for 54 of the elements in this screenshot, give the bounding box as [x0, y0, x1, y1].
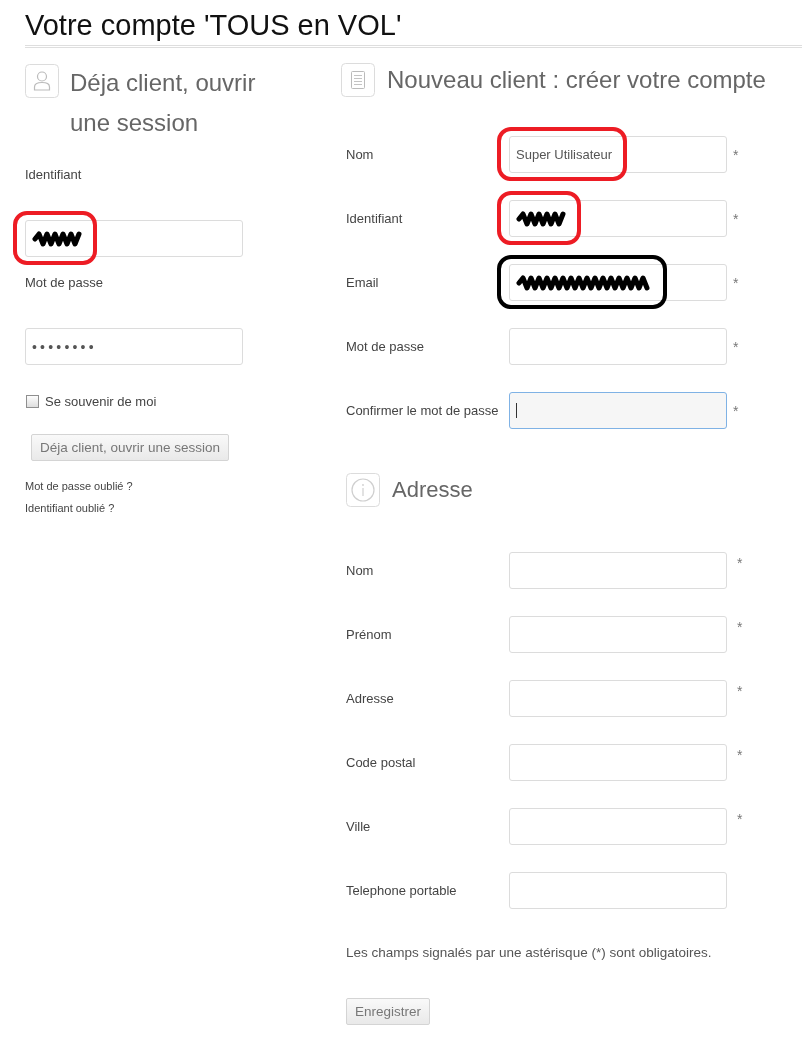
input-field[interactable]: Super Utilisateur [509, 136, 727, 173]
help-link[interactable]: Identifiant oublié ? [25, 497, 115, 519]
required-asterisk: * [737, 620, 743, 634]
field-label: Mot de passe [346, 337, 426, 356]
text-cursor-icon [516, 403, 517, 418]
required-asterisk: * [733, 339, 739, 354]
checkbox[interactable] [26, 394, 39, 408]
input-field[interactable] [25, 220, 243, 257]
input-field[interactable]: •••••••• [25, 328, 243, 365]
section-heading: Nouveau client : créer votre compte [387, 65, 766, 95]
scribble-icon [32, 230, 82, 247]
field-label: Nom [346, 145, 375, 164]
required-asterisk: * [733, 403, 739, 418]
required-asterisk: * [737, 556, 743, 570]
input-field[interactable] [509, 744, 727, 781]
user-icon [25, 64, 59, 98]
input-field[interactable] [509, 200, 727, 237]
input-field[interactable] [509, 680, 727, 717]
field-label: Code postal [346, 753, 417, 772]
section-heading: Déja client, ouvrir une session [70, 68, 257, 138]
field-label: Confirmer le mot de passe [346, 401, 500, 420]
help-link[interactable]: Mot de passe oublié ? [25, 475, 133, 497]
scribble-icon [516, 210, 566, 227]
field-label: Identifiant [25, 166, 82, 184]
document-icon [341, 63, 375, 97]
login-button[interactable]: Déja client, ouvrir une session [31, 434, 229, 461]
field-label: Identifiant [346, 209, 404, 228]
field-label: Email [346, 273, 380, 292]
section-heading: Adresse [392, 476, 473, 504]
input-field[interactable] [509, 616, 727, 653]
required-asterisk: * [733, 147, 739, 162]
required-asterisk: * [733, 275, 739, 290]
input-field[interactable] [509, 808, 727, 845]
input-field[interactable] [509, 872, 727, 909]
required-asterisk: * [737, 812, 743, 826]
field-label: Adresse [346, 689, 395, 708]
register-button[interactable]: Enregistrer [346, 998, 431, 1025]
page-title: Votre compte 'TOUS en VOL' [25, 5, 802, 48]
field-label: Telephone portable [346, 881, 458, 900]
input-field[interactable] [509, 392, 727, 429]
required-asterisk: * [737, 684, 743, 698]
input-field[interactable] [509, 552, 727, 589]
checkbox-label[interactable]: Se souvenir de moi [45, 393, 157, 409]
input-field[interactable] [509, 264, 727, 301]
field-label: Prénom [346, 625, 393, 644]
field-label: Mot de passe [25, 274, 104, 292]
input-field[interactable] [509, 328, 727, 365]
required-asterisk: * [733, 211, 739, 226]
required-note: Les champs signalés par une astérisque (*) sont obligatoires. [346, 944, 712, 962]
field-label: Ville [346, 817, 372, 836]
info-icon [346, 473, 380, 507]
required-asterisk: * [737, 748, 743, 762]
scribble-icon [516, 274, 652, 291]
field-label: Nom [346, 561, 375, 580]
